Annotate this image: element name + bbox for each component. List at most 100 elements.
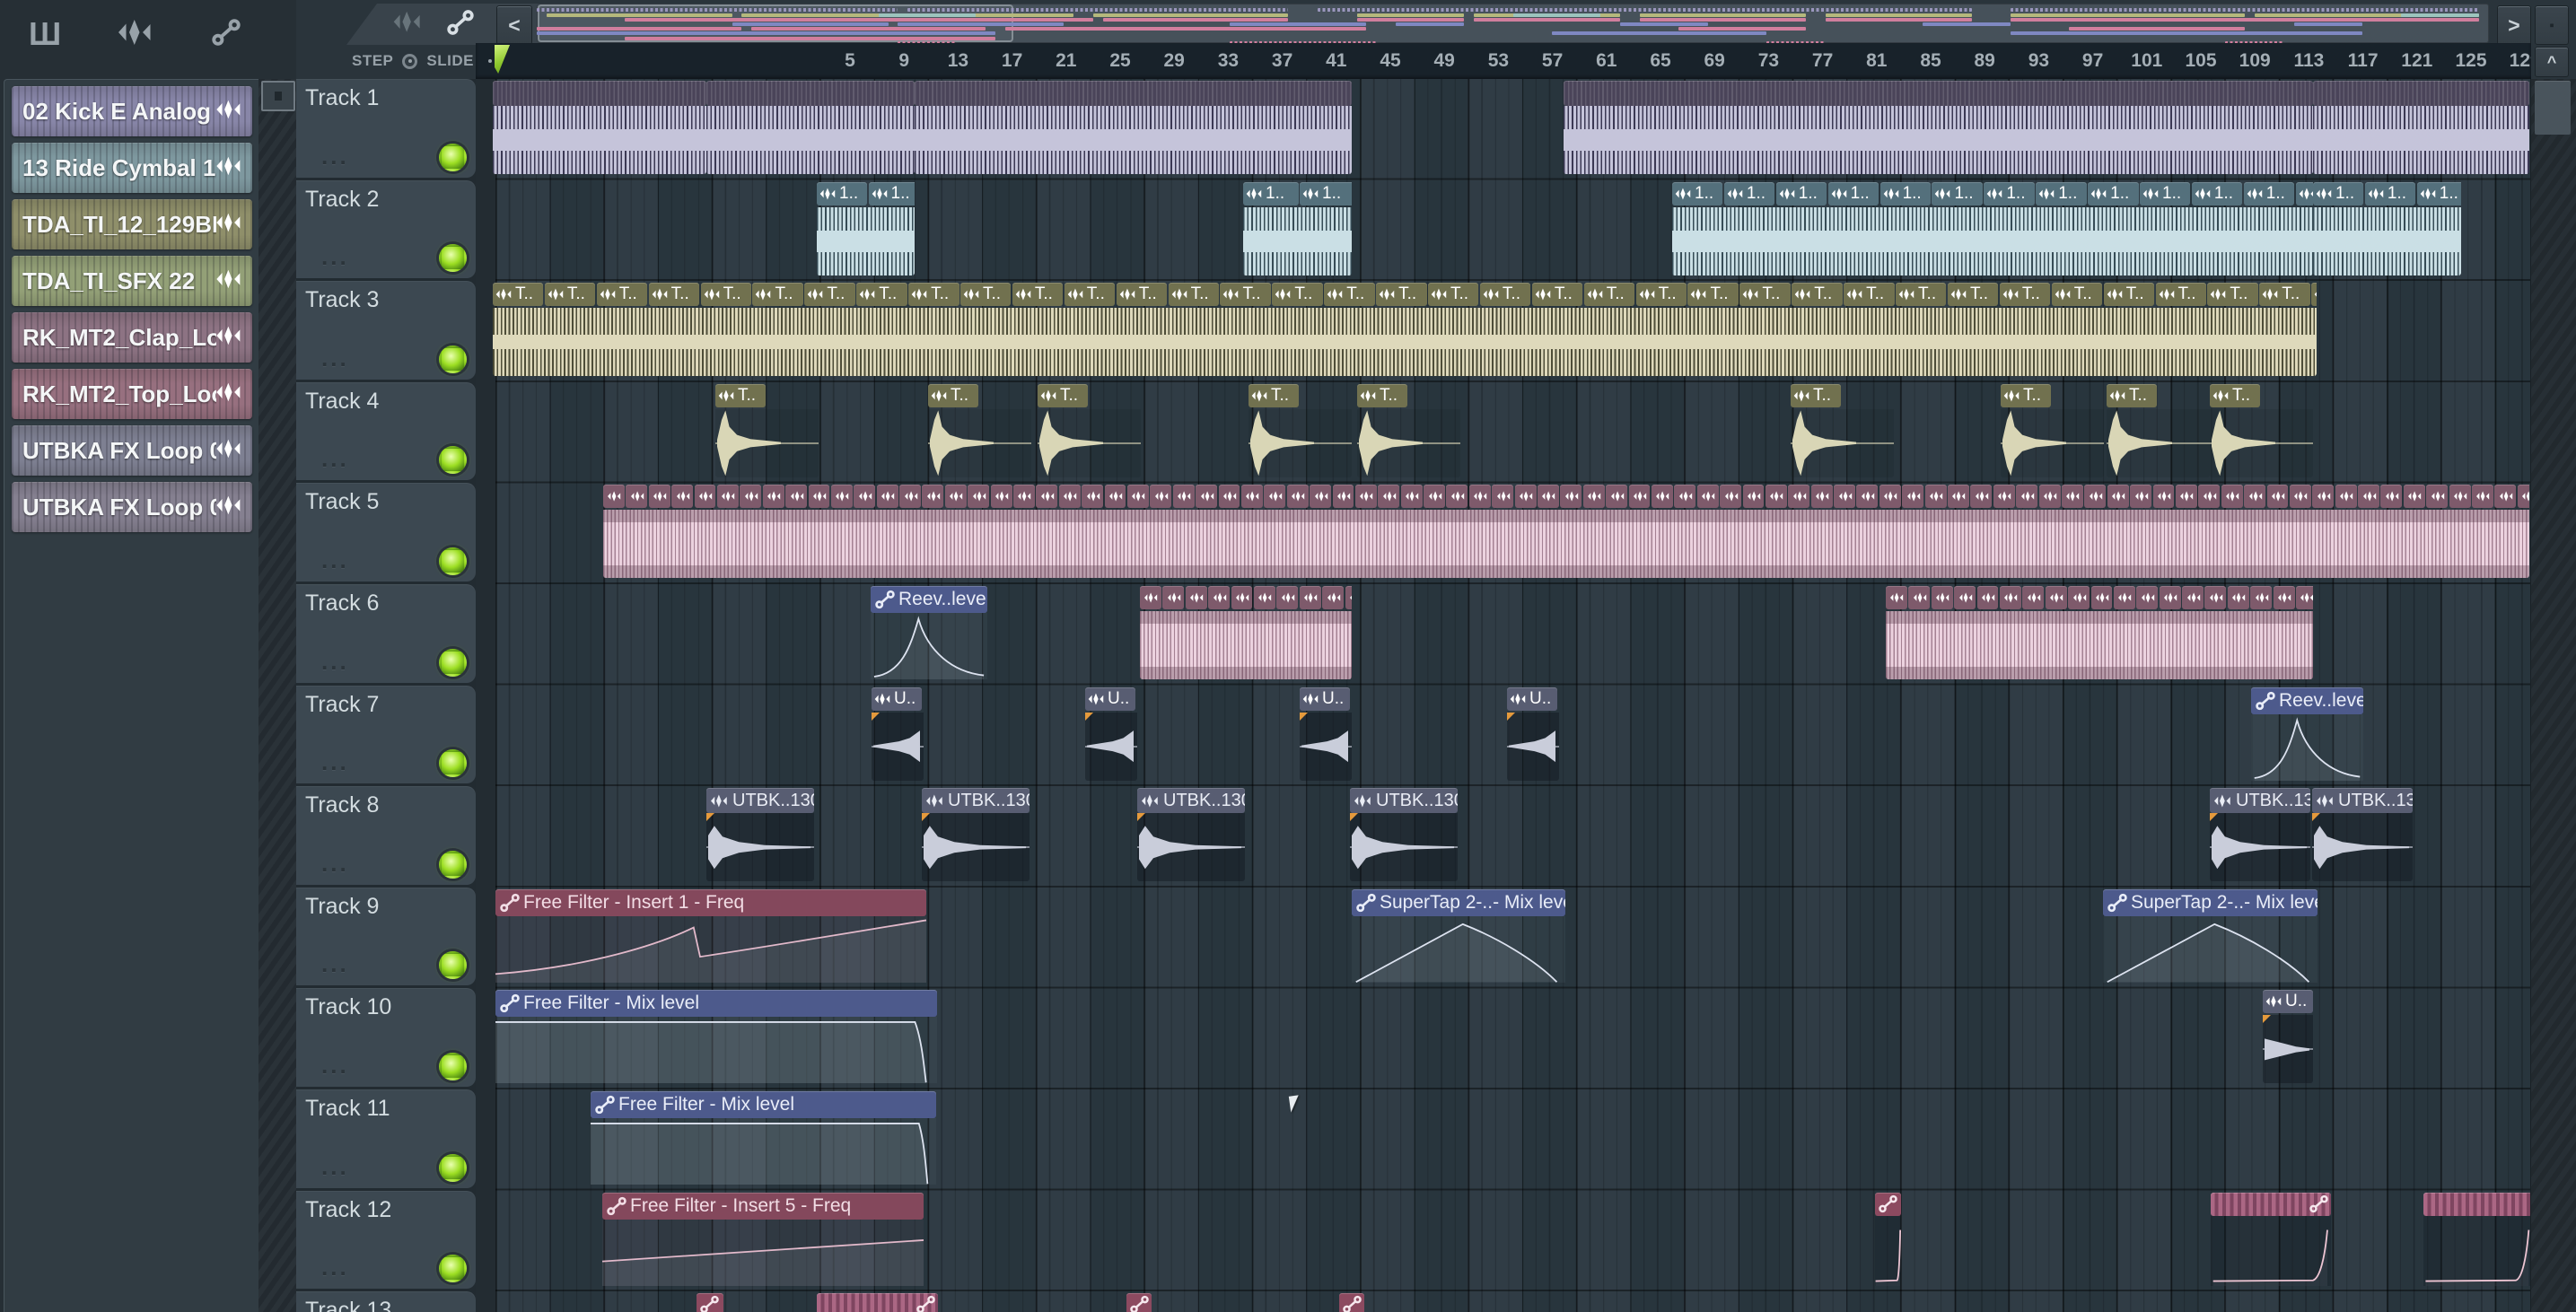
clip-chip[interactable]: T..: [2107, 383, 2157, 407]
clip-chip[interactable]: [626, 485, 648, 509]
track-mute-led[interactable]: [439, 143, 467, 171]
clip-chip[interactable]: [1931, 586, 1953, 609]
clip-chip[interactable]: [1742, 485, 1765, 509]
clip-chip[interactable]: T..: [1583, 283, 1635, 307]
clip-chip[interactable]: [1651, 485, 1673, 509]
picker-item[interactable]: RK_MT2_Clap_Loop_..: [12, 312, 252, 363]
clip-chip[interactable]: [1354, 485, 1377, 509]
clip-chip[interactable]: [1720, 485, 1742, 509]
automation-clip[interactable]: Free Filter - Mix level: [591, 1091, 936, 1185]
clip-chip[interactable]: [2136, 586, 2159, 609]
clip-chip[interactable]: [2227, 586, 2249, 609]
audio-clip[interactable]: [1564, 81, 2313, 174]
clip-chip[interactable]: [2449, 485, 2471, 509]
clip-chip[interactable]: [1948, 485, 1969, 509]
clip-chip[interactable]: 1..: [1775, 181, 1827, 206]
automation-clip-icon[interactable]: [212, 18, 241, 51]
clip-chip[interactable]: [1970, 485, 1993, 509]
clip-chip[interactable]: [2175, 485, 2197, 509]
clip-chip[interactable]: [2182, 586, 2204, 609]
playlist-grid[interactable]: 1.. 1.. 1.. 1.. 1.. 1.. 1.. 1.. 1.. 1.. 1.. 1.. 1.. 1…: [476, 79, 2531, 1312]
audio-clip[interactable]: T..: [2210, 383, 2313, 477]
clip-chip[interactable]: [876, 485, 898, 509]
clip-chip[interactable]: [854, 485, 876, 509]
clip-header[interactable]: UTBK..130: [706, 788, 814, 814]
clip-chip[interactable]: [1424, 485, 1445, 509]
clip-header[interactable]: [493, 81, 706, 106]
playback-start-marker[interactable]: [495, 45, 510, 74]
audio-clip[interactable]: T.. T.. T.. T.. T.. T.. T.. T.. T.. T.. T.. T.. T.. T…: [493, 283, 2317, 377]
clip-chip[interactable]: T..: [752, 283, 803, 307]
clip-chip[interactable]: T..: [2051, 283, 2103, 307]
clip-chip[interactable]: [1976, 586, 1999, 609]
pattern-clip-header[interactable]: [1339, 1293, 1364, 1312]
clip-header[interactable]: [1564, 81, 2313, 106]
clip-chip[interactable]: T..: [1064, 283, 1116, 307]
clip-chip[interactable]: 1..: [2313, 181, 2364, 206]
clip-chip[interactable]: [1788, 485, 1810, 509]
clip-header[interactable]: UTBK..130: [922, 788, 1030, 814]
clip-chip[interactable]: T..: [804, 283, 855, 307]
track-name[interactable]: Track 1: [305, 85, 379, 111]
automation-clip[interactable]: SuperTap 2-..- Mix level: [2103, 888, 2318, 983]
clip-header[interactable]: [915, 81, 1352, 106]
clip-chip[interactable]: [2335, 485, 2357, 509]
audio-clip-icon[interactable]: [118, 19, 154, 50]
clip-chip[interactable]: U..: [1507, 687, 1557, 711]
clip-chip[interactable]: T..: [1844, 283, 1895, 307]
vertical-scrollbar[interactable]: [2530, 79, 2576, 1312]
audio-clip[interactable]: T..: [1357, 383, 1460, 477]
clip-chip[interactable]: [1126, 485, 1149, 509]
clip-chip[interactable]: [1185, 586, 1207, 609]
pattern-clip[interactable]: [697, 1293, 723, 1312]
track-header[interactable]: Track 2...: [296, 179, 476, 279]
clip-chip[interactable]: T..: [2155, 283, 2206, 307]
track-mute-led[interactable]: [439, 749, 467, 778]
track-header[interactable]: Track 4...: [296, 381, 476, 481]
clip-chip[interactable]: [1150, 485, 1172, 509]
audio-clip[interactable]: [493, 81, 706, 174]
track-name[interactable]: Track 13: [305, 1298, 391, 1312]
clip-chip[interactable]: [1231, 586, 1253, 609]
clip-chip[interactable]: [1834, 485, 1855, 509]
clip-chip[interactable]: T..: [1687, 283, 1739, 307]
audio-clip[interactable]: T..: [1791, 383, 1894, 477]
audio-clip[interactable]: T..: [928, 383, 1031, 477]
clip-header[interactable]: UTBK..130: [1350, 788, 1458, 814]
audio-clip[interactable]: UTBK..130: [2210, 788, 2310, 882]
automation-clip-header[interactable]: Free Filter - Insert 5 - Freq: [602, 1192, 924, 1220]
clip-chip[interactable]: [2062, 485, 2083, 509]
clip-chip[interactable]: [1674, 485, 1696, 509]
clip-chip[interactable]: 1..: [2191, 181, 2243, 206]
picker-scrollbar[interactable]: [258, 79, 296, 1312]
track-mute-led[interactable]: [439, 446, 467, 475]
clip-chip[interactable]: T..: [1357, 383, 1407, 407]
clip-chip[interactable]: [1310, 485, 1331, 509]
audio-clip[interactable]: T..: [715, 383, 819, 477]
clip-chip[interactable]: [1036, 485, 1058, 509]
clip-chip[interactable]: 1..: [1932, 181, 1983, 206]
clip-header[interactable]: UTBK..130: [1137, 788, 1245, 814]
clip-chip[interactable]: [740, 485, 762, 509]
clip-chip[interactable]: [1902, 485, 1924, 509]
clip-chip[interactable]: [1999, 586, 2021, 609]
timeline-ruler[interactable]: 5 9 13 17 21 25 29 33 37 41 45 49 53 57 61 65 69 73 77 81 85…: [476, 43, 2531, 79]
audio-clip[interactable]: [706, 81, 915, 174]
clip-chip[interactable]: U..: [1300, 687, 1350, 711]
audio-clip[interactable]: U..: [2263, 990, 2313, 1084]
track-header[interactable]: Track 12...: [296, 1190, 476, 1290]
pattern-clip[interactable]: [1126, 1293, 1152, 1312]
audio-clip[interactable]: 1.. 1.. 1.. 1.. 1.. 1.. 1.. 1.. 1.. 1.. 1.. 1.. 1..: [1672, 181, 2313, 276]
automation-clip-header[interactable]: SuperTap 2-..- Mix level: [1352, 888, 1565, 916]
audio-clip[interactable]: T..: [1038, 383, 1141, 477]
resize-handle-button[interactable]: ▪: [2535, 5, 2569, 45]
clip-chip[interactable]: 1..: [2088, 181, 2139, 206]
clip-chip[interactable]: T..: [1116, 283, 1168, 307]
clip-chip[interactable]: 1..: [817, 181, 867, 206]
clip-chip[interactable]: T..: [1531, 283, 1583, 307]
track-name[interactable]: Track 11: [305, 1096, 390, 1122]
clip-chip[interactable]: [2289, 485, 2311, 509]
track-name[interactable]: Track 3: [305, 287, 379, 313]
clip-chip[interactable]: [2273, 586, 2295, 609]
automation-clip-header[interactable]: Free Filter - Insert 1 - Freq: [495, 888, 926, 916]
